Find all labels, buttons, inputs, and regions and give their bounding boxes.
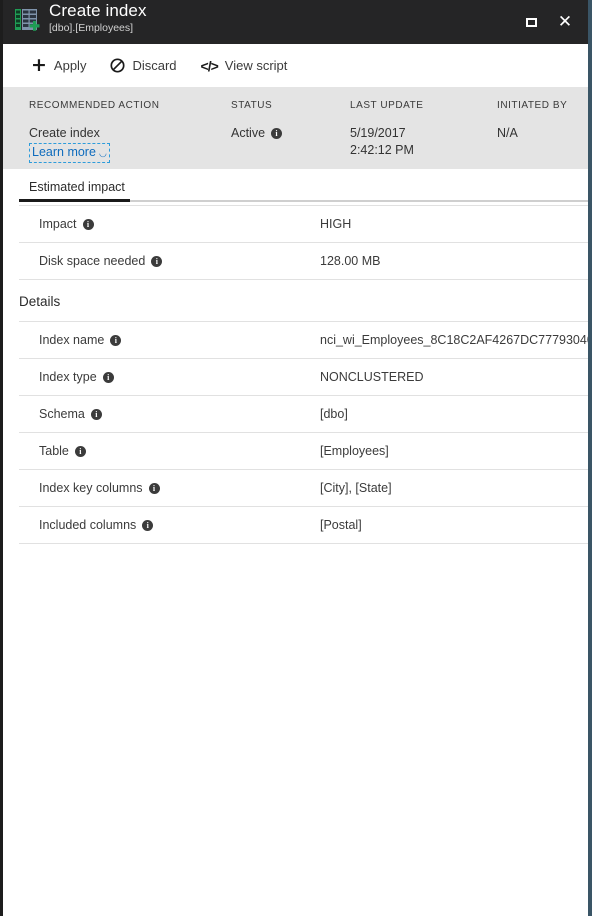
prohibition-icon xyxy=(110,58,125,73)
impact-label-text: Impact xyxy=(39,217,77,231)
impact-value: HIGH xyxy=(320,217,352,231)
index-key-columns-value: [City], [State] xyxy=(320,481,392,495)
schema-value: [dbo] xyxy=(320,407,348,421)
code-brackets-icon: </> xyxy=(200,57,219,74)
summary-status: STATUS Active i xyxy=(231,100,283,142)
index-key-columns-info-icon[interactable]: i xyxy=(148,482,160,494)
view-script-label: View script xyxy=(224,58,288,73)
index-type-label: Index type i xyxy=(39,370,114,384)
status-value-row: Active i xyxy=(231,125,283,142)
schema-label-text: Schema xyxy=(39,407,85,421)
learn-more-label: Learn more xyxy=(32,145,96,159)
estimated-impact-table: Impact i HIGH Disk space needed i 128.00… xyxy=(3,205,588,280)
disk-space-value: 128.00 MB xyxy=(320,254,381,268)
discard-label: Discard xyxy=(132,58,177,73)
index-name-label: Index name i xyxy=(39,333,122,347)
summary-initiated-by: INITIATED BY N/A xyxy=(497,100,567,142)
summary-recommended-action: RECOMMENDED ACTION Create index Learn mo… xyxy=(29,100,159,163)
index-type-label-text: Index type xyxy=(39,370,97,384)
tab-active-indicator xyxy=(19,199,130,202)
disk-space-info-icon[interactable]: i xyxy=(151,255,163,267)
last-update-header: LAST UPDATE xyxy=(350,100,424,111)
index-name-label-text: Index name xyxy=(39,333,105,347)
table-row: Table i [Employees] xyxy=(3,433,588,469)
command-toolbar: + Apply Discard </> View script xyxy=(3,44,588,87)
apply-label: Apply xyxy=(53,58,87,73)
index-type-info-icon[interactable]: i xyxy=(102,371,114,383)
table-row: Disk space needed i 128.00 MB xyxy=(3,243,588,279)
schema-label: Schema i xyxy=(39,407,102,421)
window-controls: ✕ xyxy=(514,0,582,44)
create-index-table-icon xyxy=(14,7,40,33)
apply-button[interactable]: + Apply xyxy=(31,56,86,75)
status-value: Active xyxy=(231,126,266,140)
table-row: Index name i nci_wi_Employees_8C18C2AF42… xyxy=(3,322,588,358)
last-update-time: 2:42:12 PM xyxy=(350,143,414,157)
details-table: Index name i nci_wi_Employees_8C18C2AF42… xyxy=(3,321,588,544)
included-columns-label: Included columns i xyxy=(39,518,154,532)
index-key-columns-label-text: Index key columns xyxy=(39,481,143,495)
window-title: Create index xyxy=(49,1,147,20)
table-row: Included columns i [Postal] xyxy=(3,507,588,543)
details-section-title: Details xyxy=(19,294,61,309)
index-type-value: NONCLUSTERED xyxy=(320,370,424,384)
initiated-by-value: N/A xyxy=(497,126,518,140)
restore-icon xyxy=(525,17,537,27)
recommended-action-header: RECOMMENDED ACTION xyxy=(29,100,160,111)
table-label: Table i xyxy=(39,444,86,458)
recommended-action-value: Create index xyxy=(29,126,100,140)
table-row: Schema i [dbo] xyxy=(3,396,588,432)
restore-button[interactable] xyxy=(514,7,548,37)
table-label-text: Table xyxy=(39,444,69,458)
impact-info-icon[interactable]: i xyxy=(82,218,94,230)
close-button[interactable]: ✕ xyxy=(548,7,582,37)
learn-more-link[interactable]: Learn more ◡ xyxy=(29,143,110,163)
tab-bar: Estimated impact xyxy=(3,169,588,205)
summary-band: RECOMMENDED ACTION Create index Learn mo… xyxy=(3,87,588,169)
impact-label: Impact i xyxy=(39,217,94,231)
index-name-info-icon[interactable]: i xyxy=(110,334,122,346)
external-link-icon: ◡ xyxy=(98,148,107,158)
view-script-button[interactable]: </> View script xyxy=(201,58,288,73)
disk-space-label: Disk space needed i xyxy=(39,254,163,268)
initiated-by-header: INITIATED BY xyxy=(497,100,568,111)
included-columns-info-icon[interactable]: i xyxy=(142,519,154,531)
disk-space-label-text: Disk space needed xyxy=(39,254,146,268)
title-text-group: Create index [dbo].[Employees] xyxy=(49,2,147,34)
schema-info-icon[interactable]: i xyxy=(90,408,102,420)
table-info-icon[interactable]: i xyxy=(74,445,86,457)
discard-button[interactable]: Discard xyxy=(110,58,177,73)
last-update-date: 5/19/2017 xyxy=(350,126,406,140)
title-bar: Create index [dbo].[Employees] ✕ xyxy=(3,0,588,44)
included-columns-label-text: Included columns xyxy=(39,518,137,532)
index-name-value: nci_wi_Employees_8C18C2AF4267DC777930407… xyxy=(320,333,588,347)
status-info-icon[interactable]: i xyxy=(271,128,283,139)
table-row: Impact i HIGH xyxy=(3,206,588,242)
plus-icon: + xyxy=(31,54,47,76)
table-value: [Employees] xyxy=(320,444,389,458)
status-header: STATUS xyxy=(231,100,273,111)
row-separator xyxy=(19,543,588,544)
create-index-blade: Create index [dbo].[Employees] ✕ + Apply xyxy=(0,0,592,916)
table-row: Index key columns i [City], [State] xyxy=(3,470,588,506)
included-columns-value: [Postal] xyxy=(320,518,362,532)
window-subtitle: [dbo].[Employees] xyxy=(49,22,134,34)
summary-last-update: LAST UPDATE 5/19/2017 2:42:12 PM xyxy=(350,100,423,159)
close-icon: ✕ xyxy=(557,11,573,32)
table-row: Index type i NONCLUSTERED xyxy=(3,359,588,395)
tab-estimated-impact[interactable]: Estimated impact xyxy=(19,169,135,194)
index-key-columns-label: Index key columns i xyxy=(39,481,160,495)
